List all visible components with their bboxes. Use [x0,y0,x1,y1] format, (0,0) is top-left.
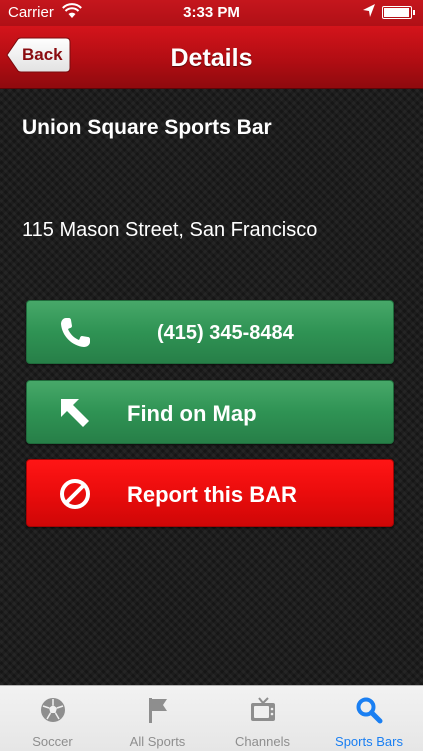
details-content: Union Square Sports Bar 115 Mason Street… [0,89,423,685]
bar-address: 115 Mason Street, San Francisco [22,219,318,241]
tab-soccer-label: Soccer [32,734,73,749]
phone-icon [61,318,90,347]
soccer-ball-icon [40,698,65,722]
tab-all-sports-label: All Sports [129,734,186,749]
status-time: 3:33 PM [183,4,240,21]
page-title: Details [170,44,253,72]
find-on-map-label: Find on Map [127,401,257,426]
battery-fill [384,8,409,17]
flag-icon [148,698,167,723]
call-button-label: (415) 345-8484 [157,322,294,344]
battery-icon [382,6,415,19]
tab-bar: Soccer All Sports Channels Sports Bars [0,685,423,751]
report-bar-button[interactable]: Report this BAR [26,459,394,527]
tab-sports-bars[interactable]: Sports Bars [315,686,423,751]
find-on-map-button[interactable]: Find on Map [26,380,394,444]
navigation-bar: Back Details [0,26,423,89]
tab-channels[interactable]: Channels [210,686,315,751]
map-arrow-icon [61,399,89,427]
tab-sports-bars-label: Sports Bars [335,734,403,749]
tab-channels-label: Channels [235,734,290,749]
call-button[interactable]: (415) 345-8484 [26,300,394,364]
status-bar: Carrier 3:33 PM [0,0,423,26]
search-icon [356,697,383,724]
bar-name: Union Square Sports Bar [22,116,272,139]
tab-soccer[interactable]: Soccer [0,686,105,751]
prohibited-icon [60,479,90,509]
tab-all-sports[interactable]: All Sports [105,686,210,751]
report-bar-label: Report this BAR [127,482,297,507]
tv-icon [250,697,275,721]
location-arrow-icon [363,4,375,17]
